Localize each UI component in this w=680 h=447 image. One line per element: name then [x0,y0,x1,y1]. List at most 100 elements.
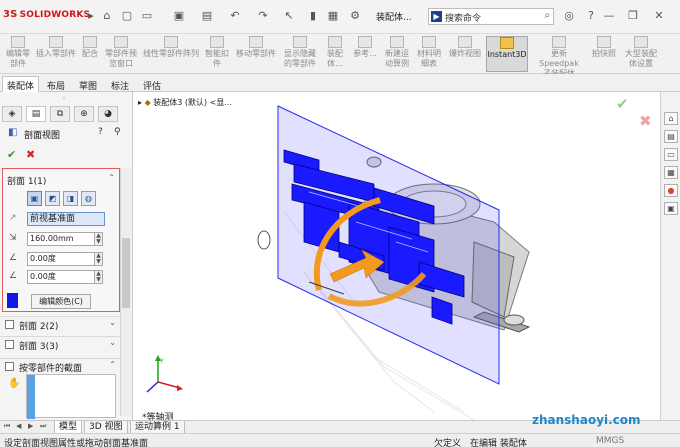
search-scope-icon[interactable]: ▶ [431,11,442,22]
unit-system[interactable]: MMGS [596,436,624,446]
close-window-icon[interactable]: ✕ [652,9,666,23]
restore-icon[interactable]: ❐ [626,9,640,23]
reverse-direction-button[interactable]: ◍ [81,191,96,206]
first-tab-icon[interactable]: ⏮ [4,422,10,431]
section-by-component-checkbox[interactable] [5,362,14,371]
scrollbar-thumb[interactable] [122,238,130,308]
take-snapshot-button[interactable]: 拍快照 [590,36,618,72]
rebuild-icon[interactable]: ▮ [306,9,320,23]
tab-sketch[interactable]: 草图 [74,76,102,92]
confirm-checkmark-icon[interactable]: ✔ [616,95,629,113]
solidworks-resources-icon[interactable]: ⌂ [664,112,678,125]
help-icon[interactable]: ? [584,9,598,23]
angle-y-icon: ∠ [9,271,18,281]
custom-properties-icon[interactable]: ▣ [664,202,678,215]
cancel-x-icon[interactable]: ✖ [639,112,652,130]
offset-spinner[interactable]: ▲ ▼ [95,232,103,246]
cancel-x-icon[interactable]: ✖ [26,148,35,161]
new-motion-study-button[interactable]: 新建运 动算例 [382,36,412,72]
redo-icon[interactable]: ↷ [256,9,270,23]
reference-geometry-button[interactable]: 参考... [350,36,380,72]
feature-manager-tab-icon[interactable]: ◈ [2,106,22,122]
exploded-view-button[interactable]: 爆炸视图 [446,36,484,72]
appearances-icon[interactable]: ● [664,184,678,197]
property-manager-tab-icon[interactable]: ▤ [26,106,46,122]
dimxpert-tab-icon[interactable]: ⊕ [74,106,94,122]
insert-component-button[interactable]: 插入零部件 [34,36,78,72]
minimize-icon[interactable]: — [602,9,616,23]
tab-markup[interactable]: 标注 [106,76,134,92]
pushpin-icon[interactable]: ⚲ [114,127,121,137]
view-palette-icon[interactable]: ▦ [664,166,678,179]
print-icon[interactable]: ▤ [200,9,214,23]
edit-component-button[interactable]: 编辑零 部件 [2,36,34,72]
next-tab-icon[interactable]: ▶ [28,422,33,430]
update-speedpak-button[interactable]: 更新 Speedpak子装配体 [530,36,588,78]
open-folder-icon[interactable]: ▭ [140,9,154,23]
graphics-area[interactable]: ▸ ◆ 装配体3 (默认) <显... Y *等轴测 ✔ ✖ [134,92,660,420]
angle-x-input[interactable]: 0.00度 [27,252,95,266]
chevron-up-icon[interactable]: ⌃ [108,173,115,182]
view-triad: Y [146,355,183,393]
prev-tab-icon[interactable]: ◀ [16,422,21,430]
section-view-model[interactable] [134,92,660,420]
offset-distance-input[interactable]: 160.00mm [27,232,95,246]
angle-y-input[interactable]: 0.00度 [27,270,95,284]
reference-plane-icon: ↗ [9,213,17,223]
assembly-features-button[interactable]: 装配体... [320,36,350,72]
help-icon[interactable]: ? [98,127,103,137]
panel-grip-icon[interactable]: ◦ [62,95,66,103]
linear-pattern-button[interactable]: 线性零部件阵列 [140,36,202,72]
section-reference-plane-field[interactable]: 前视基准面 [27,212,105,226]
angle-y-spinner[interactable]: ▲ ▼ [95,270,103,284]
tab-assembly[interactable]: 装配体 [2,76,40,92]
undo-icon[interactable]: ↶ [228,9,242,23]
definition-status: 欠定义 [434,439,462,447]
panel-scrollbar[interactable] [120,168,131,416]
tab-layout[interactable]: 布局 [42,76,70,92]
instant3d-button[interactable]: Instant3D [486,36,528,72]
selection-list-highlight [27,375,35,419]
edit-color-button[interactable]: 编辑颜色(C) [31,294,91,309]
file-explorer-icon[interactable]: ▭ [664,148,678,161]
tab-evaluate[interactable]: 评估 [138,76,166,92]
chevron-up-icon[interactable]: ⌃ [109,360,116,369]
linear-pattern-icon [164,36,178,48]
design-library-icon[interactable]: ▤ [664,130,678,143]
speedpak-icon [552,36,566,48]
ok-checkmark-icon[interactable]: ✔ [7,148,16,161]
right-plane-button[interactable]: ◨ [63,191,78,206]
component-selection-list[interactable] [26,374,116,419]
configuration-manager-tab-icon[interactable]: ⧉ [50,106,70,122]
show-hidden-components-button[interactable]: 显示隐藏 的零部件 [280,36,320,72]
last-tab-icon[interactable]: ⏭ [40,422,46,431]
new-document-icon[interactable]: ▢ [120,9,134,23]
solidworks-logo[interactable]: 3S SOLIDWORKS [3,9,90,20]
top-plane-button[interactable]: ◩ [45,191,60,206]
show-hidden-icon [293,36,307,48]
chevron-down-icon[interactable]: ⌄ [109,318,116,327]
user-account-icon[interactable]: ◎ [562,9,576,23]
move-component-button[interactable]: 移动零部件 [232,36,280,72]
home-icon[interactable]: ⌂ [100,9,114,23]
save-icon[interactable]: ▣ [172,9,186,23]
options-gear-icon[interactable]: ⚙ [348,9,362,23]
assembly-features-icon [328,36,342,48]
front-plane-button[interactable]: ▣ [27,191,42,206]
bill-of-materials-button[interactable]: 材料明 细表 [414,36,444,72]
component-preview-button[interactable]: 零部件预 览窗口 [102,36,140,72]
section-2-checkbox[interactable] [5,320,14,329]
display-manager-tab-icon[interactable]: ◕ [98,106,118,122]
edit-component-icon [11,36,25,48]
expand-menu-icon[interactable]: ▸ [84,9,98,23]
search-commands-input[interactable]: ▶ 搜索命令 ⌕ [428,8,554,25]
file-properties-icon[interactable]: ▦ [326,9,340,23]
smart-fasteners-button[interactable]: 智能扣件 [202,36,232,72]
search-icon[interactable]: ⌕ [544,10,550,21]
angle-x-spinner[interactable]: ▲ ▼ [95,252,103,266]
chevron-down-icon[interactable]: ⌄ [109,338,116,347]
mate-button[interactable]: 配合 [78,36,102,72]
large-assembly-settings-button[interactable]: 大型装配 体设置 [620,36,662,72]
select-icon[interactable]: ↖ [282,9,296,23]
section-3-checkbox[interactable] [5,340,14,349]
